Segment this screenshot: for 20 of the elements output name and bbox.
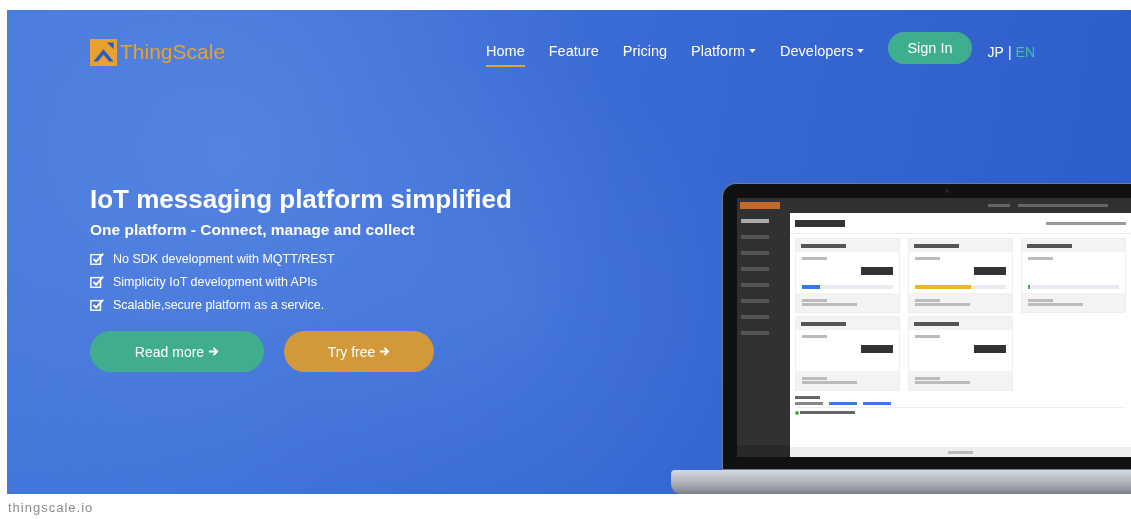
language-link[interactable]: EN (1015, 44, 1035, 60)
hero-title: IoT messaging platform simplified (90, 184, 513, 215)
try-free-button[interactable]: Try free (284, 331, 434, 372)
language-link[interactable]: JP (987, 44, 1004, 60)
hero-subtitle: One platform - Connect, manage and collect (90, 221, 416, 239)
nav-link[interactable]: Platform (691, 37, 757, 67)
arrow-right-icon (208, 346, 220, 357)
separator: | (1007, 44, 1012, 60)
feature-text: Scalable,secure platform as a service. (113, 298, 325, 312)
nav-link[interactable]: Feature (548, 37, 599, 67)
read-more-button[interactable]: Read more (90, 331, 264, 372)
caption-text: thingscale.io (8, 500, 95, 515)
feature-text: No SDK development with MQTT/REST (113, 252, 335, 266)
sign-in-button[interactable]: Sign In (888, 32, 972, 64)
nav-link[interactable]: Home (486, 37, 525, 67)
arrow-right-icon (379, 346, 391, 357)
nav-link[interactable]: Pricing (622, 37, 668, 67)
feature-text: Simplicity IoT development with APIs (113, 275, 318, 289)
nav-link[interactable]: Developers (780, 37, 865, 67)
logo-icon (90, 38, 117, 66)
